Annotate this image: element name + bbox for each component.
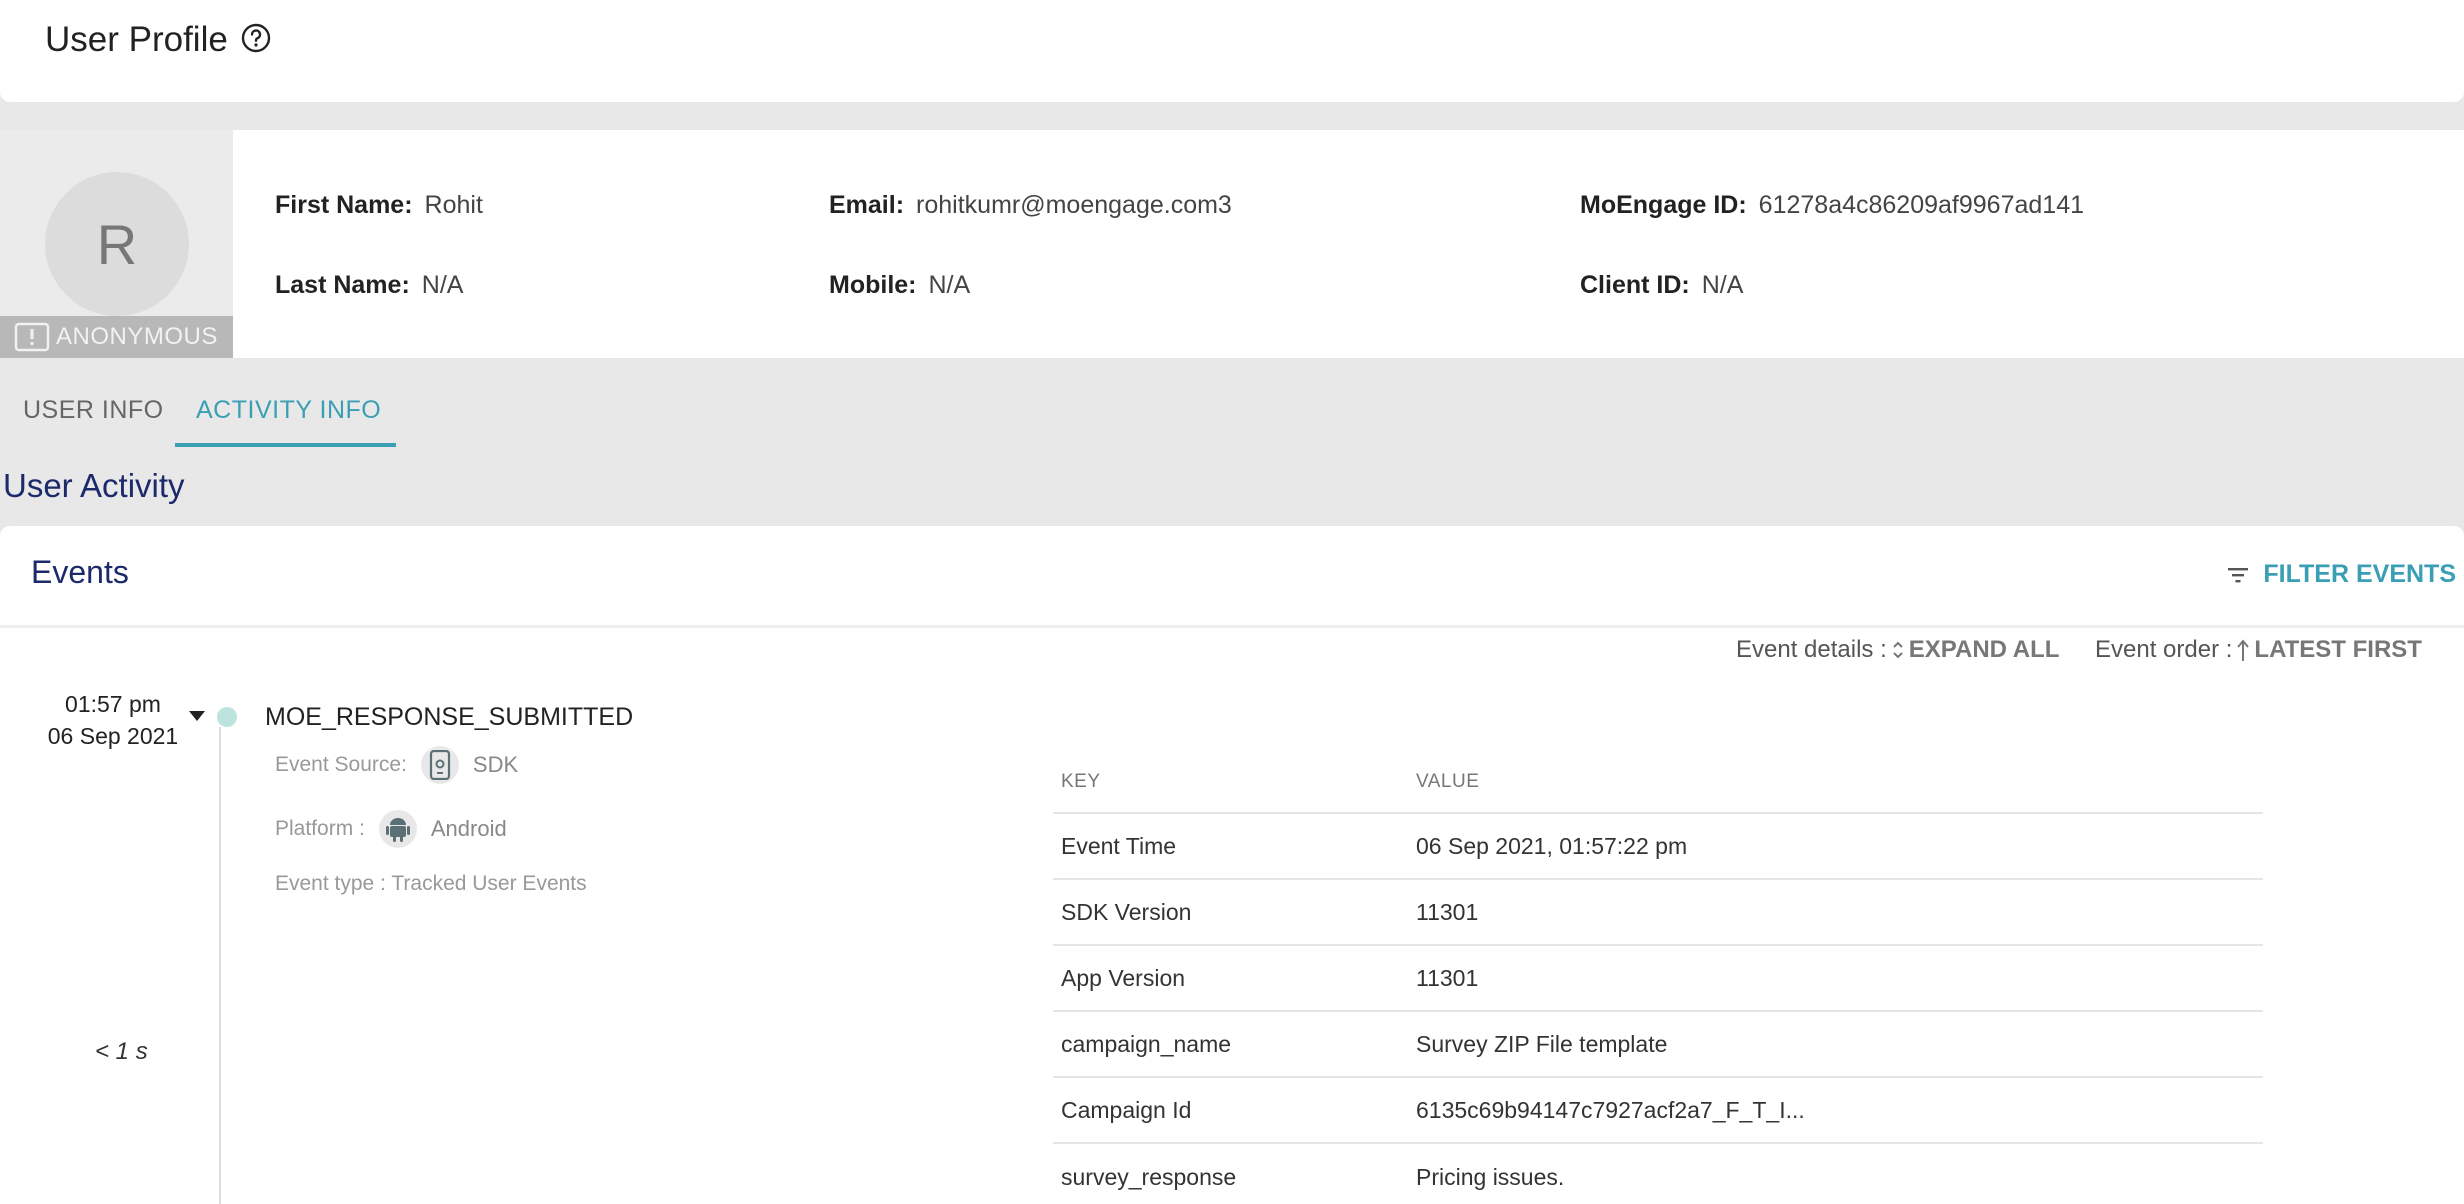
tab-activity-info[interactable]: ACTIVITY INFO (196, 396, 381, 425)
row-value: 06 Sep 2021, 01:57:22 pm (1416, 832, 1688, 859)
value-column-header: VALUE (1416, 771, 1480, 792)
latest-first-button[interactable]: LATEST FIRST (2254, 636, 2422, 664)
event-source-value: SDK (472, 752, 519, 777)
events-divider (0, 625, 2464, 628)
anonymous-label: ANONYMOUS (56, 323, 218, 350)
moengage-id-value: 61278a4c86209af9967ad141 (1758, 191, 2085, 219)
android-icon (378, 810, 417, 848)
event-type-text: Event type : Tracked User Events (275, 872, 587, 895)
row-value: 11301 (1416, 898, 1479, 925)
expand-collapse-icon (1893, 641, 1903, 659)
row-key: campaign_name (1061, 1030, 1232, 1057)
row-value: 6135c69b94147c7927acf2a7_F_T_I... (1416, 1096, 1805, 1123)
filter-icon (2228, 567, 2249, 582)
anonymous-badge: ANONYMOUS (0, 316, 233, 358)
avatar: R (45, 172, 189, 316)
mobile-value: N/A (928, 271, 971, 299)
event-details-label: Event details : (1736, 636, 1887, 663)
table-row: SDK Version 11301 (1053, 880, 2263, 946)
event-order-control: Event order : LATEST FIRST (2095, 636, 2422, 664)
event-platform-value: Android (430, 816, 507, 841)
table-row: campaign_name Survey ZIP File template (1053, 1012, 2263, 1078)
row-value: 11301 (1416, 964, 1479, 991)
email-label: Email: (829, 191, 905, 219)
mobile-sdk-icon (420, 746, 459, 784)
email-field: Email: rohitkumr@moengage.com3 (829, 191, 1232, 220)
row-key: App Version (1061, 964, 1186, 991)
profile-card: R ANONYMOUS First Name: Rohit Last Name: N… (0, 130, 2464, 358)
table-row: Campaign Id 6135c69b94147c7927acf2a7_F_T… (1053, 1078, 2263, 1144)
row-key: Campaign Id (1061, 1096, 1192, 1123)
filter-events-button[interactable]: FILTER EVENTS (2227, 560, 2456, 589)
page-header: User Profile (0, 0, 2464, 102)
row-key: Event Time (1061, 832, 1177, 859)
first-name-label: First Name: (275, 191, 413, 219)
first-name-value: Rohit (424, 191, 483, 219)
row-value: Pricing issues. (1416, 1163, 1565, 1190)
last-name-value: N/A (421, 271, 464, 299)
first-name-field: First Name: Rohit (275, 191, 483, 220)
event-name: MOE_RESPONSE_SUBMITTED (265, 703, 634, 731)
events-panel: Events FILTER EVENTS Event details : EXP… (0, 526, 2464, 1204)
last-name-label: Last Name: (275, 271, 410, 299)
mobile-label: Mobile: (829, 271, 917, 299)
last-name-field: Last Name: N/A (275, 271, 463, 300)
timeline-line (219, 727, 221, 1204)
event-source: Event Source: SDK (275, 746, 518, 784)
event-order-label: Event order : (2095, 636, 2233, 663)
client-id-field: Client ID: N/A (1580, 271, 1743, 300)
table-row: App Version 11301 (1053, 946, 2263, 1012)
client-id-label: Client ID: (1580, 271, 1690, 299)
key-column-header: KEY (1061, 771, 1101, 792)
event-duration: < 1 s (95, 1038, 148, 1065)
row-key: SDK Version (1061, 898, 1192, 925)
event-platform: Platform : Android (275, 810, 507, 848)
client-id-value: N/A (1701, 271, 1744, 299)
events-title: Events (31, 554, 129, 590)
arrow-up-icon (2237, 639, 2250, 661)
event-details-control: Event details : EXPAND ALL (1736, 636, 2059, 664)
avatar-panel: R ANONYMOUS (0, 130, 233, 358)
timeline-dot (217, 707, 237, 727)
event-attributes-table: KEY VALUE Event Time 06 Sep 2021, 01:57:… (1053, 752, 2263, 1204)
event-timestamp: 01:57 pm 06 Sep 2021 (43, 688, 183, 752)
event-date: 06 Sep 2021 (47, 723, 179, 749)
row-key: survey_response (1061, 1163, 1237, 1190)
active-tab-indicator (175, 443, 396, 447)
alert-icon (14, 322, 50, 352)
table-row: Event Time 06 Sep 2021, 01:57:22 pm (1053, 814, 2263, 880)
event-source-label: Event Source: (275, 753, 407, 776)
row-value: Survey ZIP File template (1416, 1030, 1668, 1057)
email-value: rohitkumr@moengage.com3 (916, 191, 1232, 219)
mobile-field: Mobile: N/A (829, 271, 970, 300)
table-row: survey_response Pricing issues. (1053, 1144, 2263, 1204)
filter-events-label: FILTER EVENTS (2263, 560, 2456, 588)
event-platform-label: Platform : (275, 817, 365, 840)
help-icon[interactable] (240, 22, 272, 54)
moengage-id-field: MoEngage ID: 61278a4c86209af9967ad141 (1580, 191, 2084, 220)
caret-down-icon[interactable] (189, 711, 205, 721)
expand-all-button[interactable]: EXPAND ALL (1909, 636, 2060, 664)
page-title: User Profile (45, 20, 228, 59)
section-title: User Activity (3, 467, 185, 504)
event-time: 01:57 pm (65, 691, 161, 717)
moengage-id-label: MoEngage ID: (1580, 191, 1747, 219)
table-header: KEY VALUE (1053, 752, 2263, 814)
tab-user-info[interactable]: USER INFO (23, 396, 164, 425)
event-type: Event type : Tracked User Events (275, 872, 587, 896)
